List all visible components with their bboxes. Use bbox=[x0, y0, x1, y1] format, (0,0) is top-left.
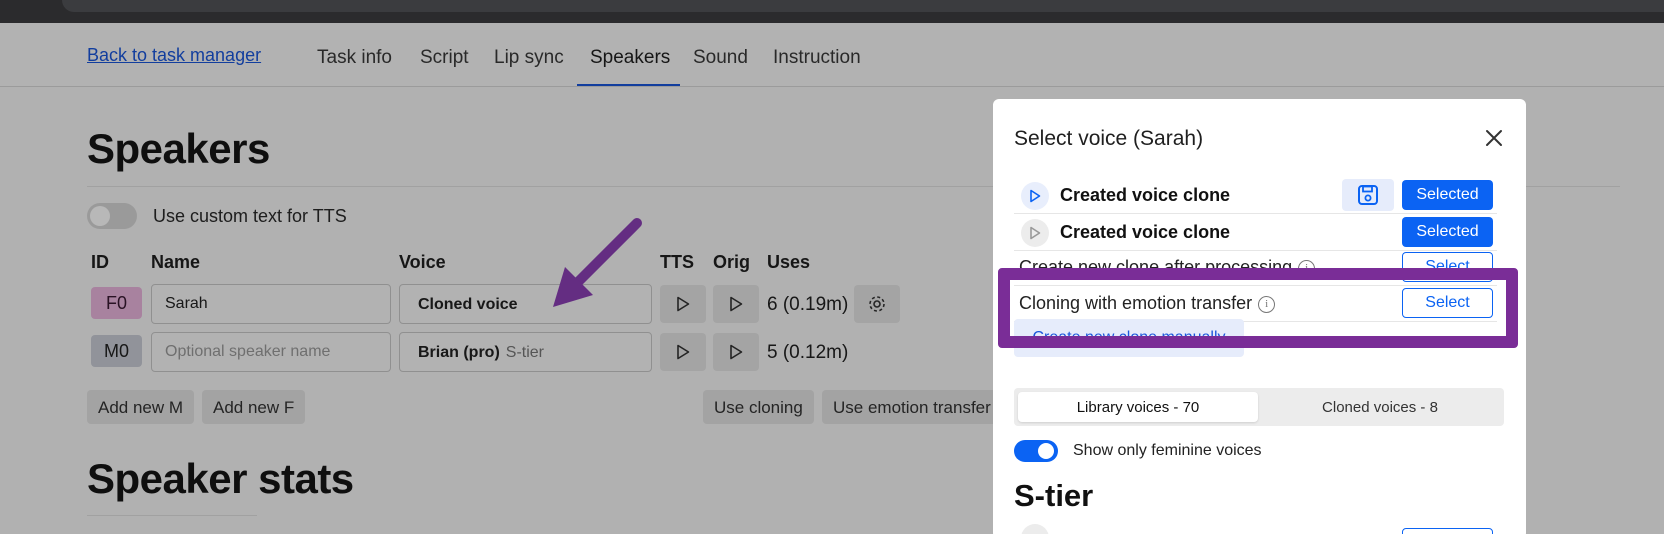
modal-title: Select voice (Sarah) bbox=[1014, 127, 1204, 150]
voice-row-label: Created voice clone bbox=[1060, 222, 1231, 242]
voice-row-label: Created voice clone bbox=[1060, 185, 1231, 205]
tier-heading: S-tier bbox=[1014, 478, 1094, 513]
toggle-knob bbox=[1038, 443, 1054, 459]
play-preview-button[interactable] bbox=[1021, 182, 1049, 210]
selected-button[interactable]: Selected bbox=[1402, 217, 1493, 247]
play-icon bbox=[1030, 226, 1041, 240]
highlight-annotation bbox=[998, 268, 1518, 348]
play-icon bbox=[1030, 189, 1041, 203]
save-icon bbox=[1358, 185, 1378, 205]
address-bar bbox=[62, 0, 1664, 12]
save-clone-button[interactable] bbox=[1342, 179, 1394, 211]
close-icon[interactable] bbox=[1483, 127, 1505, 149]
browser-top-bar bbox=[0, 0, 1664, 23]
voice-row: Created voice clone Selected bbox=[1014, 214, 1497, 251]
selected-button[interactable]: Selected bbox=[1402, 180, 1493, 210]
feminine-voices-label: Show only feminine voices bbox=[1073, 442, 1262, 459]
tab-cloned-voices[interactable]: Cloned voices - 8 bbox=[1260, 392, 1500, 422]
voice-row: Created voice clone Selected bbox=[1014, 177, 1497, 214]
tab-library-voices[interactable]: Library voices - 70 bbox=[1018, 392, 1258, 422]
select-button[interactable] bbox=[1402, 528, 1493, 534]
play-preview-button[interactable] bbox=[1021, 524, 1049, 534]
feminine-voices-toggle[interactable] bbox=[1014, 440, 1058, 462]
voice-row bbox=[1014, 524, 1497, 534]
play-preview-button[interactable] bbox=[1021, 219, 1049, 247]
voice-source-segmented-control: Library voices - 70 Cloned voices - 8 bbox=[1014, 388, 1504, 426]
